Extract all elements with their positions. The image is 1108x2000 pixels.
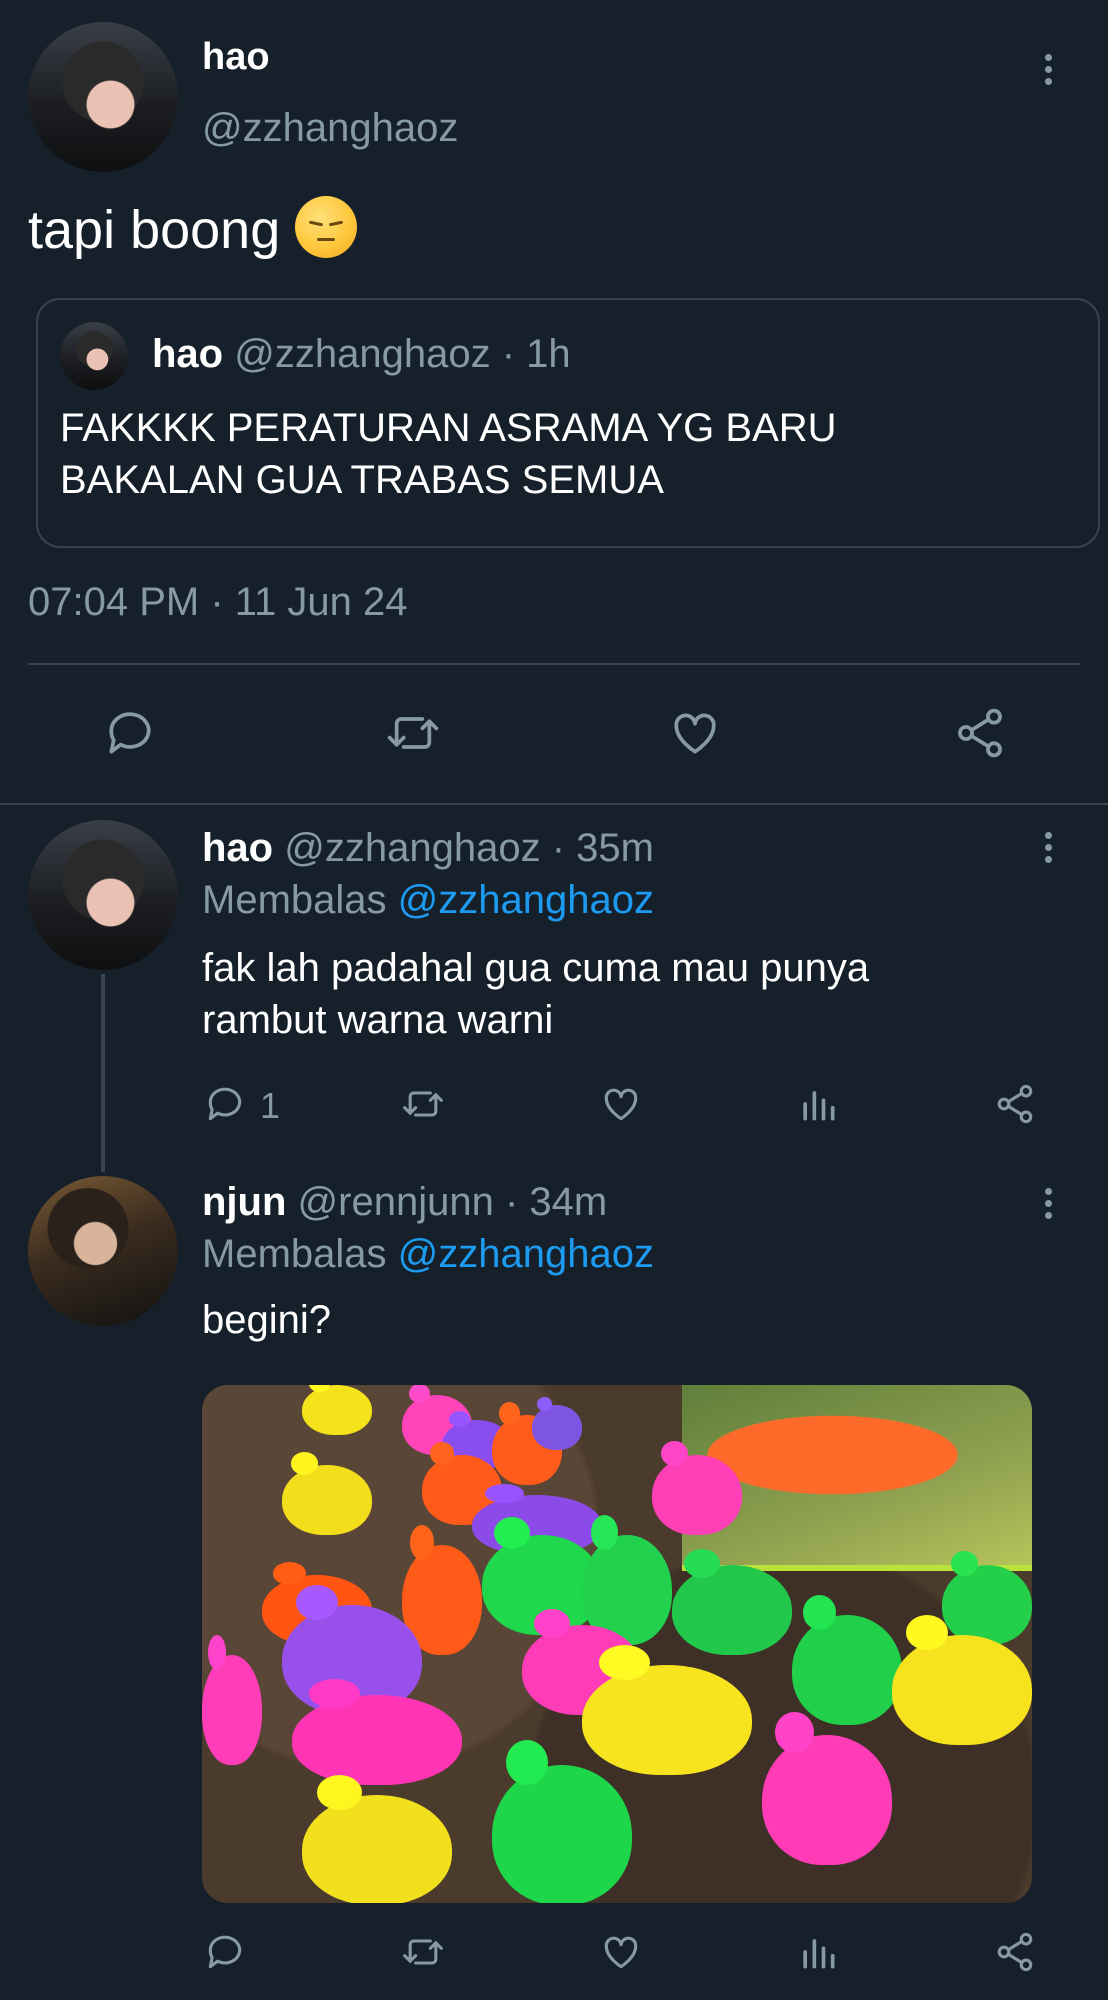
reply-icon[interactable] — [100, 705, 160, 761]
like-icon[interactable] — [598, 1082, 644, 1126]
chick-yellow — [302, 1795, 452, 1903]
quoted-tweet-text: FAKKKK PERATURAN ASRAMA YG BARU BAKALAN … — [60, 402, 837, 506]
replying-to-link[interactable]: @zzhanghaoz — [398, 878, 654, 922]
reply-2-header: njun @rennjunn · 34m — [202, 1180, 607, 1225]
reply-1-time: · 35m — [551, 826, 654, 870]
more-icon[interactable] — [1043, 54, 1053, 85]
quoted-tweet-text-line-1: FAKKKK PERATURAN ASRAMA YG BARU — [60, 406, 837, 450]
reply-2-handle[interactable]: @rennjunn — [298, 1180, 494, 1224]
reply-2-replying-to: Membalas @zzhanghaoz — [202, 1232, 654, 1277]
chick-yellow — [302, 1385, 372, 1435]
analytics-icon[interactable] — [796, 1930, 840, 1974]
main-tweet-avatar[interactable] — [28, 22, 178, 172]
chick-green — [942, 1565, 1032, 1645]
reply-2-text: begini? — [202, 1298, 332, 1342]
share-icon[interactable] — [992, 1082, 1038, 1126]
quoted-tweet-time: · 1h — [501, 332, 571, 376]
chick-green — [672, 1565, 792, 1655]
main-tweet-text: tapi boong — [28, 200, 281, 260]
like-icon[interactable] — [665, 705, 725, 761]
chick-pink — [652, 1455, 742, 1535]
chick-yellow — [282, 1465, 372, 1535]
chick-purple — [532, 1405, 582, 1450]
reply-2-display-name[interactable]: njun — [202, 1180, 286, 1224]
reply-icon[interactable] — [202, 1930, 248, 1974]
more-icon[interactable] — [1043, 1188, 1053, 1219]
reply-1-avatar[interactable] — [28, 820, 178, 970]
quoted-tweet-avatar — [60, 322, 128, 390]
main-tweet-handle[interactable]: @zzhanghaoz — [202, 106, 458, 151]
reply-count: 1 — [260, 1085, 281, 1126]
main-tweet-text-row: tapi boong — [28, 196, 358, 262]
thread-line — [101, 974, 105, 1172]
retweet-icon[interactable] — [380, 705, 446, 761]
reply-1-handle[interactable]: @zzhanghaoz — [284, 826, 540, 870]
pensive-face-icon — [295, 196, 358, 258]
main-tweet-timestamp: 07:04 PM · 11 Jun 24 — [28, 580, 408, 624]
chick-pink — [762, 1735, 892, 1865]
quoted-tweet-handle: @zzhanghaoz — [234, 332, 491, 376]
reply-2-avatar[interactable] — [28, 1176, 178, 1326]
chick-pink — [292, 1695, 462, 1785]
reply-1-text-line-1: fak lah padahal gua cuma mau punya — [202, 946, 870, 990]
divider — [28, 663, 1080, 665]
reply-2-time: · 34m — [504, 1180, 608, 1224]
chick-green — [492, 1765, 632, 1903]
replying-to-link[interactable]: @zzhanghaoz — [398, 1232, 654, 1276]
replying-label: Membalas — [202, 878, 387, 922]
main-tweet-display-name[interactable]: hao — [202, 36, 270, 79]
chick-yellow — [582, 1665, 752, 1775]
reply-1-display-name[interactable]: hao — [202, 826, 273, 870]
more-icon[interactable] — [1043, 832, 1053, 863]
divider — [0, 803, 1108, 805]
like-icon[interactable] — [598, 1930, 644, 1974]
image-goldfish — [702, 1405, 992, 1505]
chick-pink — [202, 1655, 262, 1765]
reply-1-text: fak lah padahal gua cuma mau punya rambu… — [202, 942, 869, 1046]
replying-label: Membalas — [202, 1232, 387, 1276]
quoted-tweet-text-line-2: BAKALAN GUA TRABAS SEMUA — [60, 458, 664, 502]
analytics-icon[interactable] — [796, 1082, 840, 1126]
share-icon[interactable] — [992, 1930, 1038, 1974]
attached-image-colorful-chicks[interactable] — [202, 1385, 1032, 1903]
reply-1-text-line-2: rambut warna warni — [202, 998, 554, 1042]
retweet-icon[interactable] — [398, 1930, 448, 1974]
share-icon[interactable] — [950, 705, 1010, 761]
quoted-tweet-display-name: hao — [152, 332, 224, 376]
chick-yellow — [892, 1635, 1032, 1745]
reply-icon[interactable] — [202, 1082, 248, 1126]
reply-1-header: hao @zzhanghaoz · 35m — [202, 826, 654, 871]
reply-1-replying-to: Membalas @zzhanghaoz — [202, 878, 654, 923]
retweet-icon[interactable] — [398, 1082, 448, 1126]
quoted-tweet-header: hao @zzhanghaoz · 1h — [152, 332, 571, 377]
chick-green — [792, 1615, 902, 1725]
